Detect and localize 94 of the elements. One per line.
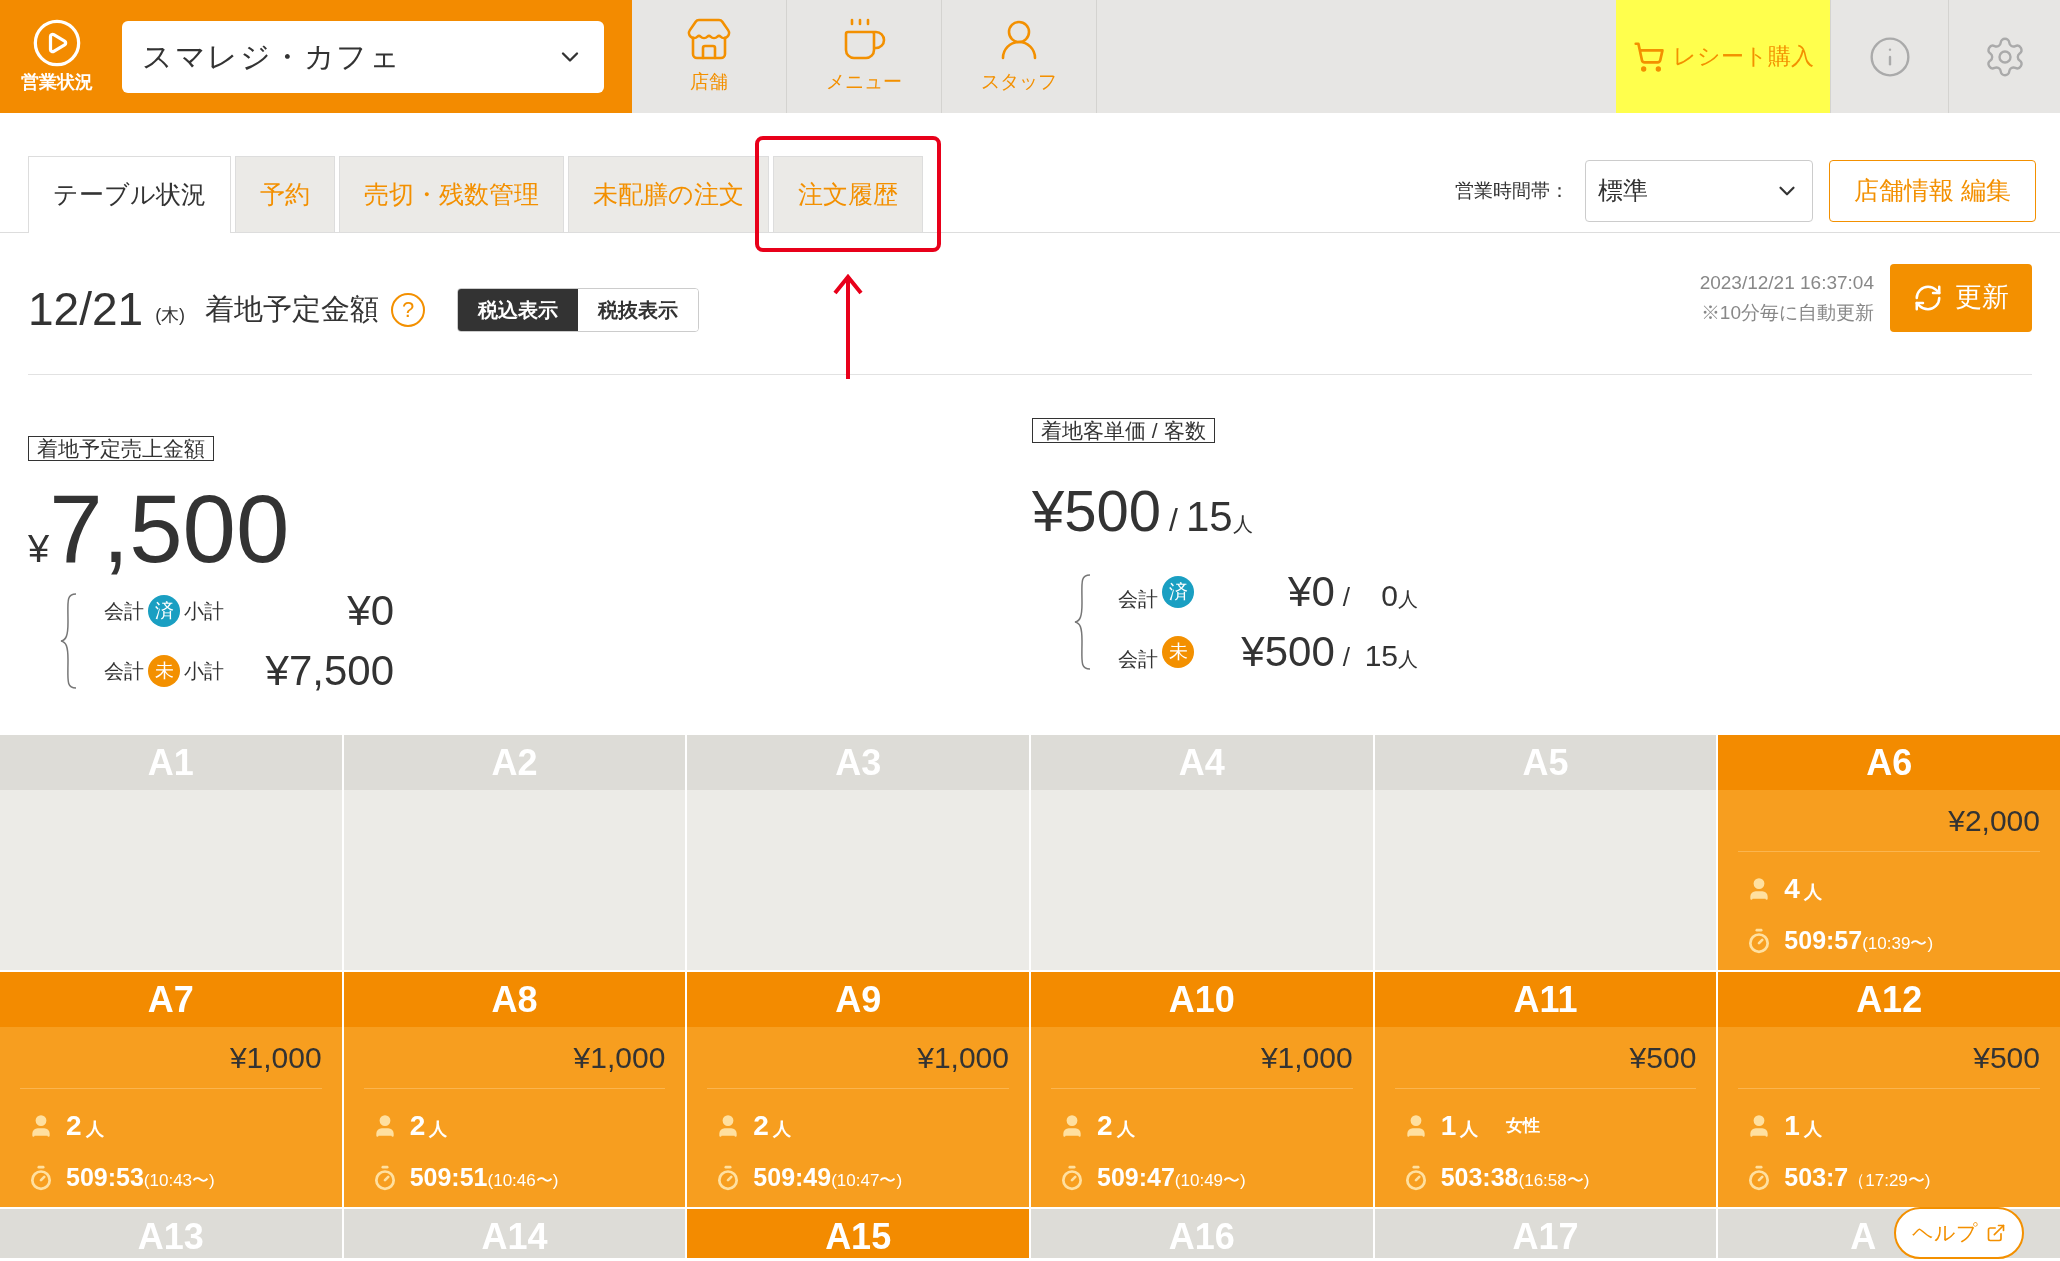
stopwatch-icon <box>1059 1164 1085 1191</box>
receipt-button[interactable]: レシート購入 <box>1616 0 1830 113</box>
guest-count: 2 人 <box>409 1109 448 1143</box>
table-amount: ¥1,000 <box>229 1040 322 1076</box>
tab[interactable]: テーブル状況 <box>28 156 231 233</box>
average-spend: ¥500 <box>1032 476 1162 545</box>
elapsed-time: 503:38(16:58〜) <box>1440 1162 1590 1193</box>
subtotal-amount: ¥7,500 <box>265 646 394 696</box>
table-card[interactable] <box>1374 790 1717 970</box>
refresh-button[interactable]: 更新 <box>1890 263 2032 332</box>
tax-toggle-option[interactable]: 税込表示 <box>458 288 579 331</box>
slash: / <box>1169 500 1178 540</box>
row-label: 会計 <box>104 659 144 685</box>
guest-count: 2 人 <box>753 1109 791 1143</box>
store-select[interactable]: スマレジ・カフェ <box>122 20 604 93</box>
table-card[interactable]: ¥1,000 2 人 509:51(10:46〜) <box>343 1027 686 1207</box>
table-header[interactable]: A7 <box>0 972 342 1027</box>
sales-total: ¥7,500 <box>28 480 291 577</box>
table-header[interactable]: A10 <box>1031 972 1373 1027</box>
timestamp: 2023/12/21 16:37:04 <box>1699 270 1874 295</box>
customer-count: 0人 <box>1380 577 1418 614</box>
hours-label: 営業時間帯： <box>1455 178 1570 203</box>
table-header[interactable]: A11 <box>1374 972 1717 1027</box>
table-card[interactable]: ¥1,000 2 人 509:53(10:43〜) <box>0 1027 342 1207</box>
customer-count: 15人 <box>1185 491 1253 542</box>
nav-button[interactable]: 店舗 <box>632 0 787 113</box>
elapsed-time: 503:7（17:29〜) <box>1784 1162 1931 1193</box>
table-card[interactable] <box>0 790 342 970</box>
weekday: (木) <box>155 304 186 327</box>
auto-refresh-note: ※10分毎に自動更新 <box>1700 300 1874 325</box>
status-button[interactable]: 営業状況 <box>12 17 102 96</box>
help-icon[interactable]: ? <box>391 292 426 327</box>
table-card[interactable]: ¥1,000 2 人 509:49(10:47〜) <box>687 1027 1029 1207</box>
table-amount: ¥2,000 <box>1948 803 2040 839</box>
table-header[interactable]: A8 <box>343 972 686 1027</box>
tab[interactable]: 売切・残数管理 <box>339 156 564 232</box>
metric-label: 着地予定売上金額 <box>28 436 214 461</box>
table-card[interactable]: ¥500 1 人 女性 503:38(16:58〜) <box>1374 1027 1717 1207</box>
guest-count: 4 人 <box>1784 872 1822 906</box>
table-amount: ¥1,000 <box>573 1040 666 1076</box>
table-card[interactable] <box>343 790 686 970</box>
status-badge: 未 <box>1162 636 1194 669</box>
external-link-icon <box>1986 1223 2006 1243</box>
table-amount: ¥1,000 <box>917 1040 1009 1076</box>
table-card[interactable]: ¥2,000 4 人 509:57(10:39〜) <box>1718 790 2060 970</box>
nav-button[interactable]: スタッフ <box>942 0 1097 113</box>
row-label: 会計 <box>104 598 144 624</box>
play-icon <box>31 17 83 69</box>
table-card[interactable]: ¥1,000 2 人 509:47(10:49〜) <box>1031 1027 1373 1207</box>
slash: / <box>1342 641 1350 674</box>
stopwatch-icon <box>28 1164 54 1191</box>
elapsed-time: 509:51(10:46〜) <box>409 1162 559 1193</box>
subtotal-amount: ¥0 <box>1288 566 1335 617</box>
table-card[interactable]: ¥500 1 人 503:7（17:29〜) <box>1718 1027 2060 1207</box>
cart-icon <box>1632 40 1665 73</box>
subtotal-amount: ¥0 <box>347 585 394 636</box>
guest-note: 女性 <box>1506 1115 1541 1138</box>
elapsed-time: 509:47(10:49〜) <box>1097 1162 1246 1193</box>
guest-count: 1 人 <box>1440 1109 1479 1143</box>
table-card[interactable] <box>1031 790 1373 970</box>
tab[interactable]: 未配膳の注文 <box>568 156 769 232</box>
elapsed-time: 509:49(10:47〜) <box>753 1162 903 1193</box>
table-header[interactable]: A9 <box>687 972 1029 1027</box>
hours-select[interactable]: 標準 <box>1585 160 1814 222</box>
elapsed-time: 509:53(10:43〜) <box>66 1162 215 1193</box>
tab[interactable]: 予約 <box>235 156 335 232</box>
guest-count: 2 人 <box>1097 1109 1135 1143</box>
row-label: 小計 <box>184 598 224 624</box>
metric-label: 着地客単価 / 客数 <box>1032 418 1215 443</box>
table-amount: ¥1,000 <box>1260 1040 1353 1076</box>
row-label: 会計 <box>1118 647 1158 672</box>
nav-button[interactable]: メニュー <box>787 0 942 113</box>
slash: / <box>1342 580 1350 614</box>
edit-button[interactable]: 店舗情報 編集 <box>1829 160 2036 222</box>
table-card[interactable] <box>687 790 1029 970</box>
date: 12/21 <box>28 282 144 337</box>
elapsed-time: 509:57(10:39〜) <box>1784 925 1934 956</box>
customer-count: 15人 <box>1363 638 1418 674</box>
guest-count: 1 人 <box>1784 1109 1822 1143</box>
table-header[interactable]: A12 <box>1718 972 2060 1027</box>
table-amount: ¥500 <box>1629 1040 1697 1076</box>
status-badge: 済 <box>1162 575 1194 608</box>
tab[interactable]: 注文履歴 <box>773 156 923 232</box>
help-button[interactable]: ヘルプ <box>1894 1207 2024 1259</box>
guest-count: 2 人 <box>66 1109 104 1143</box>
row-label: 会計 <box>1118 586 1158 612</box>
status-badge: 未 <box>148 655 180 688</box>
row-label: 小計 <box>184 659 224 685</box>
section-title: 着地予定金額 <box>205 291 380 327</box>
table-header[interactable]: A15 <box>687 1209 1029 1258</box>
table-header[interactable]: A6 <box>1718 735 2060 790</box>
table-amount: ¥500 <box>1973 1040 2040 1076</box>
subtotal-amount: ¥500 <box>1241 627 1335 677</box>
status-badge: 済 <box>148 594 180 627</box>
